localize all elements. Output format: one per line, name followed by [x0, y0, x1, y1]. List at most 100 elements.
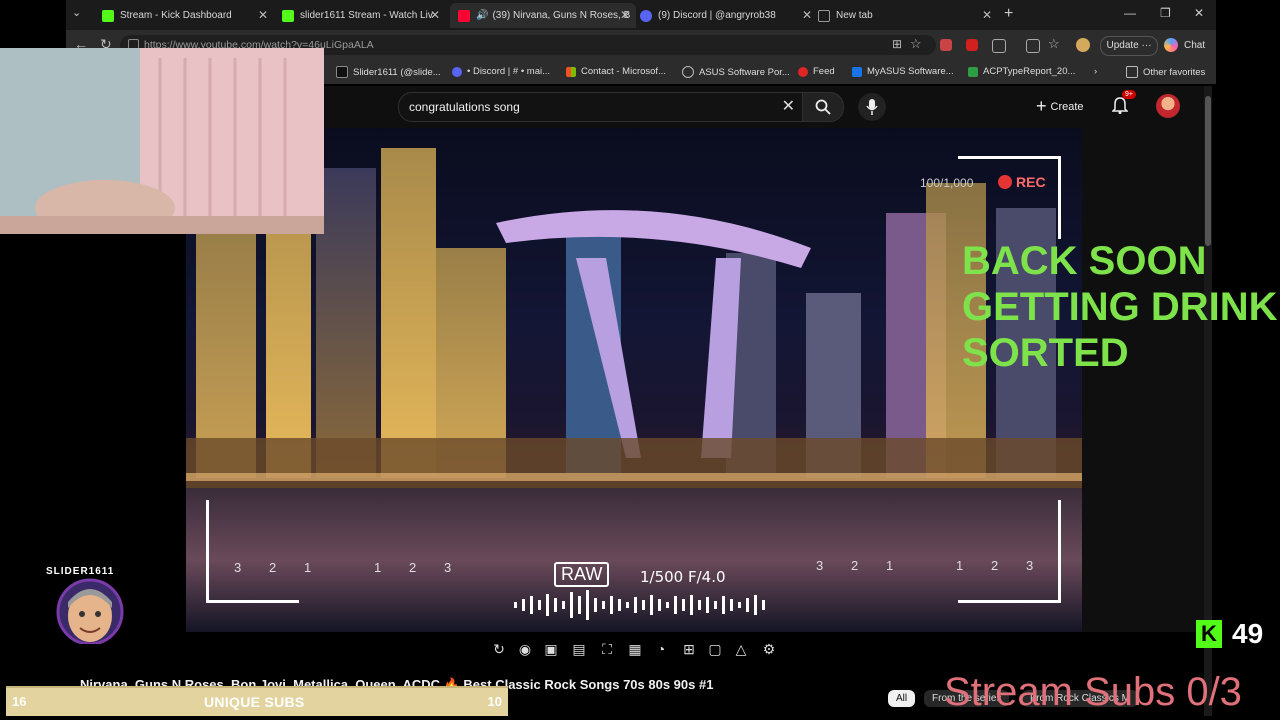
close-icon[interactable]: ✕	[982, 8, 992, 22]
scale-number: 1	[374, 560, 382, 575]
more-bookmarks-chevron-icon[interactable]: ›	[1094, 66, 1097, 77]
kick-icon	[102, 9, 114, 22]
bookmark-item[interactable]: Slider1611 (@slide...	[336, 66, 441, 78]
window-close-icon[interactable]: ✕	[1194, 6, 1204, 20]
tab-discord[interactable]: (9) Discord | @angryrob38 ✕	[632, 3, 818, 28]
add-clip-icon[interactable]: ⊞	[680, 640, 698, 658]
split-screen-icon[interactable]	[1026, 39, 1040, 53]
viewfinder-corner	[206, 500, 299, 603]
close-icon[interactable]: ✕	[620, 8, 630, 22]
loop-icon[interactable]: ↻	[490, 640, 508, 658]
extensions-puzzle-icon[interactable]	[992, 39, 1006, 53]
clip-icon[interactable]: ▤	[570, 640, 588, 658]
search-button[interactable]	[802, 92, 844, 122]
tab-slider-stream[interactable]: slider1611 Stream - Watch Liv ✕	[274, 3, 446, 28]
tab-label: New tab	[836, 10, 873, 21]
close-icon[interactable]: ✕	[258, 8, 268, 22]
bookmark-label: MyASUS Software...	[867, 66, 954, 77]
bookmark-label: Contact - Microsof...	[581, 66, 666, 77]
app-available-icon[interactable]: ⊞	[892, 37, 902, 51]
scale-number: 1	[886, 558, 894, 573]
captions-icon[interactable]: ▦	[626, 640, 644, 658]
scale-number: 2	[409, 560, 417, 575]
create-button[interactable]: + Create	[1036, 96, 1084, 117]
close-icon[interactable]: ✕	[430, 8, 440, 22]
notification-badge: 9+	[1122, 90, 1136, 99]
flask-icon[interactable]: △	[732, 640, 750, 658]
exposure-readout: 1/500 F/4.0	[640, 568, 726, 586]
user-avatar[interactable]	[1156, 94, 1180, 118]
fullscreen-icon[interactable]: ⛶	[598, 640, 616, 658]
youtube-icon	[458, 9, 470, 22]
tab-youtube-nirvana[interactable]: 🔊 (39) Nirvana, Guns N Roses, B ✕	[450, 3, 636, 28]
unique-subs-goal: 10	[487, 694, 502, 709]
tab-label: (9) Discord | @angryrob38	[658, 10, 776, 21]
settings-gear-icon[interactable]: ⚙	[760, 640, 778, 658]
bookmark-item[interactable]: • Discord | # • mai...	[452, 66, 550, 77]
unique-subs-bar: 16 UNIQUE SUBS 10	[6, 686, 508, 716]
view-icon[interactable]: ▣	[542, 640, 560, 658]
streamer-avatar	[56, 578, 124, 644]
favorites-icon[interactable]: ☆	[1048, 36, 1060, 52]
minimize-icon[interactable]: —	[1124, 6, 1136, 20]
scale-number: 2	[851, 558, 859, 573]
back-soon-line: GETTING DRINK	[962, 285, 1278, 329]
speaker-icon[interactable]: 🔊	[476, 10, 488, 21]
restore-icon[interactable]: ❐	[1160, 6, 1171, 20]
video-side-panel	[1082, 128, 1204, 632]
favorites-bar: Slider1611 (@slide... • Discord | # • ma…	[324, 60, 1216, 84]
tab-label: slider1611 Stream - Watch Liv	[300, 10, 433, 21]
extension-icon[interactable]	[966, 39, 978, 51]
bookmark-item[interactable]: Contact - Microsof...	[566, 66, 666, 77]
bookmark-label: ASUS Software Por...	[699, 66, 790, 78]
new-tab-page-icon	[818, 9, 830, 22]
player-controls-bar: ↻ ◉ ▣ ▤ ⛶ ▦ ◔ ⊞ ▢ △ ⚙	[480, 638, 790, 664]
voice-search-button[interactable]	[858, 93, 886, 121]
profile-avatar-icon[interactable]	[1076, 38, 1090, 52]
chip-all[interactable]: All	[888, 690, 916, 707]
broadcast-icon[interactable]: ◉	[516, 640, 534, 658]
rec-label: REC	[1016, 174, 1046, 190]
feed-icon	[798, 66, 808, 77]
bookmark-item[interactable]: MyASUS Software...	[852, 66, 954, 77]
scale-number: 1	[956, 558, 964, 573]
clear-search-icon[interactable]: ✕	[782, 96, 795, 116]
copilot-chat-button[interactable]: Chat	[1164, 38, 1205, 52]
scrollbar-thumb[interactable]	[1205, 96, 1211, 246]
kick-count-number: 49	[1232, 618, 1264, 649]
new-tab-plus-icon[interactable]: +	[1004, 5, 1013, 23]
bookmark-label: • Discord | # • mai...	[467, 66, 551, 77]
globe-icon	[682, 66, 694, 78]
kick-icon	[282, 9, 294, 22]
extension-icon[interactable]	[940, 39, 952, 51]
tab-list-chevron-icon[interactable]: ⌄	[72, 6, 81, 19]
favorite-star-icon[interactable]: ☆	[910, 36, 922, 52]
update-button[interactable]: Update ···	[1100, 36, 1158, 56]
screenshot-camera-icon[interactable]: ▢	[706, 640, 724, 658]
bookmark-item[interactable]: ACPTypeReport_20...	[968, 66, 1075, 77]
viewfinder-corner	[958, 500, 1061, 603]
scale-number: 2	[991, 558, 999, 573]
record-dot-icon	[998, 175, 1012, 189]
webcam-overlay	[0, 48, 324, 234]
streamer-name-badge: SLIDER1611	[46, 566, 115, 577]
tab-new-tab[interactable]: New tab ✕	[810, 3, 998, 28]
bookmark-label: Other favorites	[1143, 66, 1206, 78]
notifications-button[interactable]: 9+	[1111, 90, 1136, 119]
back-soon-message: BACK SOON GETTING DRINK SORTED	[962, 238, 1278, 376]
bookmark-item[interactable]: Feed	[798, 66, 835, 77]
youtube-header: congratulations song ✕ + Create 9+	[324, 86, 1204, 128]
create-label: Create	[1050, 100, 1084, 113]
other-favorites[interactable]: Other favorites	[1126, 66, 1205, 78]
tab-kick-dashboard[interactable]: Stream - Kick Dashboard ✕	[94, 3, 274, 28]
search-input[interactable]: congratulations song ✕	[398, 92, 804, 122]
back-soon-line: BACK SOON	[962, 239, 1207, 283]
scale-number: 2	[269, 560, 277, 575]
tab-label: Stream - Kick Dashboard	[120, 10, 232, 21]
speed-gauge-icon[interactable]: ◔	[652, 640, 670, 658]
unique-subs-current: 16	[12, 694, 27, 709]
bookmark-label: Slider1611 (@slide...	[353, 66, 441, 78]
scale-number: 3	[816, 558, 824, 573]
back-soon-line: SORTED	[962, 331, 1129, 375]
bookmark-item[interactable]: ASUS Software Por...	[682, 66, 790, 78]
